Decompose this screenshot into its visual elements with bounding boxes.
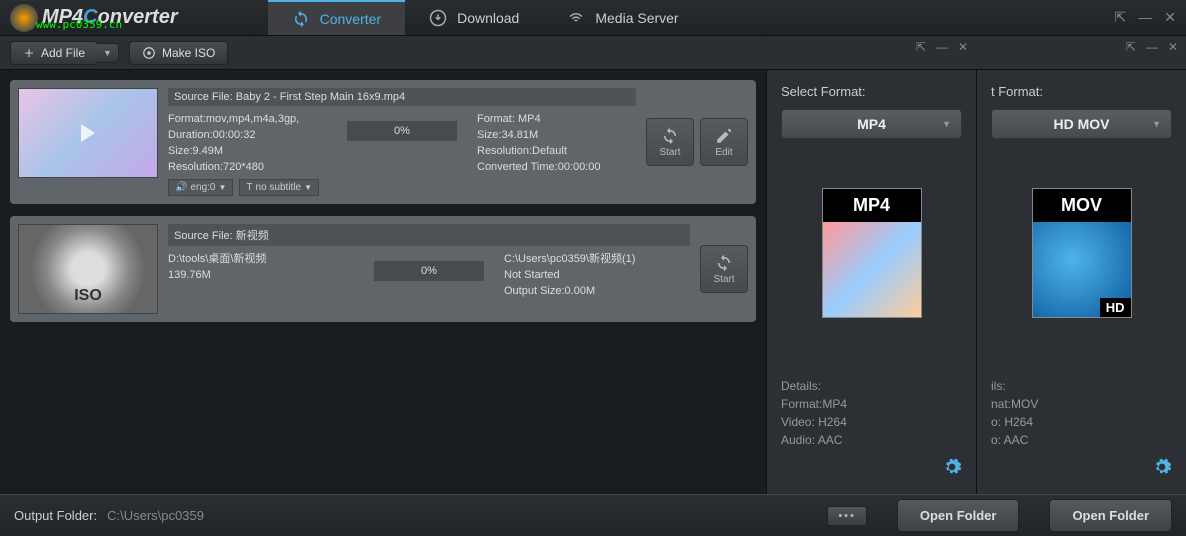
format-icon-header: MP4 [823,189,921,222]
browse-button[interactable]: ••• [827,506,867,526]
minimize-icon[interactable]: — [1138,9,1152,26]
make-iso-button[interactable]: Make ISO [129,41,228,65]
format-icon-image: HD [1033,222,1131,317]
open-folder-button[interactable]: Open Folder [897,499,1020,532]
plus-icon [23,47,35,59]
window-controls: ⇱ — ✕ [1115,9,1176,26]
tab-download[interactable]: Download [405,0,543,35]
refresh-icon [292,10,310,28]
tab-download-label: Download [457,10,519,26]
format-select[interactable]: MP4 ▼ [781,109,962,139]
edit-button[interactable]: Edit [700,118,748,166]
panel-label: t Format: [991,84,1172,99]
format-panel-2: ⇱ — ✕ t Format: HD MOV ▼ MOV HD [976,70,1186,494]
format-select[interactable]: HD MOV ▼ [991,109,1172,139]
popout-icon[interactable]: ⇱ [1126,40,1136,54]
minimize-icon[interactable]: — [1146,40,1158,54]
subtitle-select[interactable]: T no subtitle ▼ [239,179,319,196]
close-icon[interactable]: ✕ [958,40,968,54]
output-info: Format: MP4 Size:34.81M Resolution:Defau… [477,111,636,175]
file-item[interactable]: Source File: Baby 2 - First Step Main 16… [10,80,756,204]
gear-icon[interactable] [1152,457,1172,477]
source-info: D:\tools\桌面\新视频 139.76M [168,251,354,299]
play-icon [81,124,95,142]
audio-track-select[interactable]: 🔊 eng:0 ▼ [168,179,233,196]
popout-icon[interactable]: ⇱ [1115,9,1127,26]
titlebar: MP4Converter www.pc0359.cn Converter Dow… [0,0,1186,36]
pencil-icon [715,127,733,145]
text-icon: T [246,182,252,193]
tab-converter-label: Converter [320,11,381,27]
chevron-down-icon: ▼ [304,183,312,192]
format-details: Details: Format:MP4 Video: H264 Audio: A… [781,377,962,449]
thumbnail-iso[interactable]: ISO [18,224,158,314]
chevron-down-icon: ▼ [218,183,226,192]
logo-badge-icon [10,4,38,32]
gear-icon[interactable] [942,457,962,477]
file-item[interactable]: ISO Source File: 新视频 D:\tools\桌面\新视频 139… [10,216,756,322]
close-icon[interactable]: ✕ [1164,9,1176,26]
output-folder-label: Output Folder: [14,508,97,523]
format-icon-image [823,222,921,317]
open-folder-button-2[interactable]: Open Folder [1049,499,1172,532]
format-preview: MOV HD [991,139,1172,367]
file-list: Source File: Baby 2 - First Step Main 16… [0,70,766,494]
source-file-label: Source File: 新视频 [168,224,690,246]
start-button[interactable]: Start [700,245,748,293]
tab-media-server[interactable]: Media Server [543,0,702,35]
speaker-icon: 🔊 [175,182,187,193]
wifi-icon [567,9,585,27]
format-preview: MP4 [781,139,962,367]
format-icon-header: MOV [1033,189,1131,222]
make-iso-label: Make ISO [162,46,215,60]
watermark: www.pc0359.cn [36,18,122,31]
close-icon[interactable]: ✕ [1168,40,1178,54]
progress-bar: 0% [347,121,457,141]
output-folder-path: C:\Users\pc0359 [107,508,204,523]
nav-tabs: Converter Download Media Server [268,0,703,35]
add-file-button[interactable]: Add File [10,41,98,65]
tab-media-server-label: Media Server [595,10,678,26]
refresh-icon [661,127,679,145]
add-file-dropdown[interactable]: ▼ [97,43,119,63]
toolbar: Add File ▼ Make ISO [0,36,1186,70]
download-icon [429,9,447,27]
tab-converter[interactable]: Converter [268,0,405,35]
source-file-label: Source File: Baby 2 - First Step Main 16… [168,88,636,106]
popout-icon[interactable]: ⇱ [916,40,926,54]
panel-label: Select Format: [781,84,962,99]
source-info: Format:mov,mp4,m4a,3gp, Duration:00:00:3… [168,111,327,175]
footer: Output Folder: C:\Users\pc0359 ••• Open … [0,494,1186,536]
thumbnail[interactable] [18,88,158,178]
chevron-down-icon: ▼ [931,119,951,129]
output-info: C:\Users\pc0359\新视频(1) Not Started Outpu… [504,251,690,299]
format-panel-1: ⇱ — ✕ Select Format: MP4 ▼ MP4 Details: [766,70,976,494]
progress-bar: 0% [374,261,484,281]
hd-badge: HD [1100,298,1131,317]
format-details: ils: nat:MOV o: H264 o: AAC [991,377,1172,449]
add-file-label: Add File [41,46,85,60]
chevron-down-icon: ▼ [1141,119,1161,129]
start-button[interactable]: Start [646,118,694,166]
refresh-icon [715,254,733,272]
minimize-icon[interactable]: — [936,40,948,54]
disc-icon [142,46,156,60]
iso-label: ISO [74,287,102,305]
